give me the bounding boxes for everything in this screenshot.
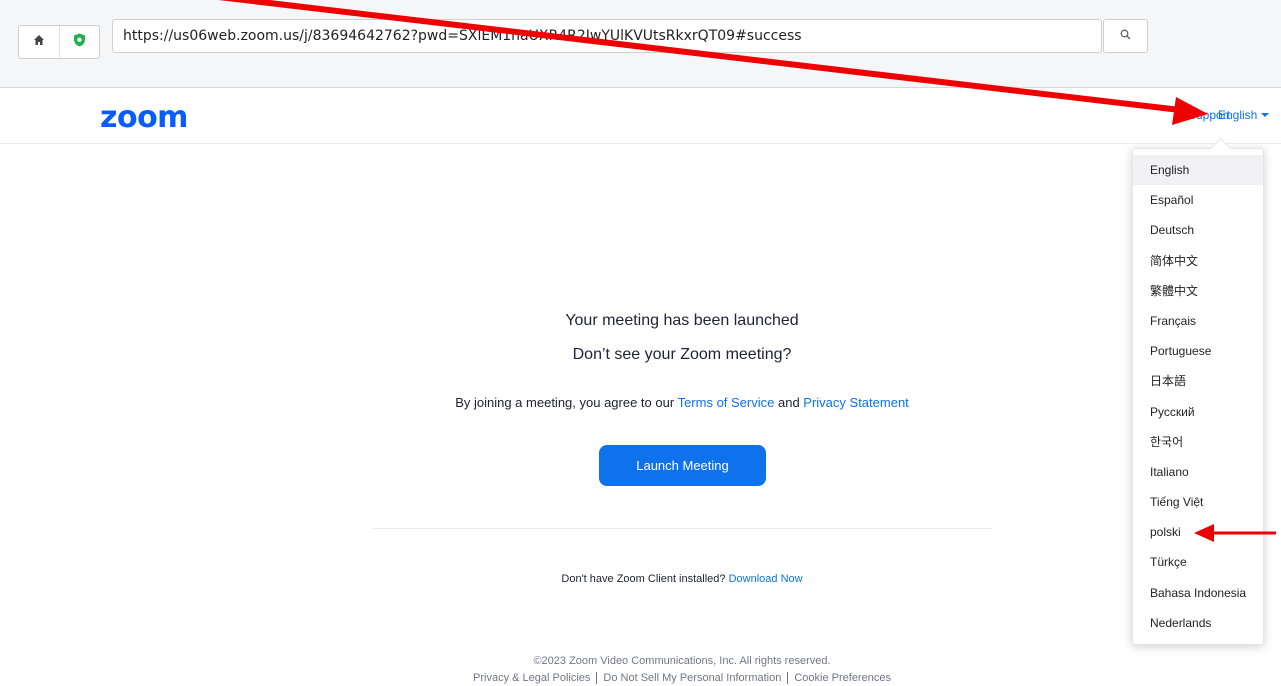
address-bar[interactable]: https://us06web.zoom.us/j/83694642762?pw… — [112, 19, 1102, 53]
download-prompt: Don't have Zoom Client installed? Downlo… — [372, 573, 992, 585]
terms-of-service-link[interactable]: Terms of Service — [678, 395, 775, 410]
do-not-sell-link[interactable]: Do Not Sell My Personal Information — [603, 672, 781, 684]
shield-icon — [73, 33, 86, 52]
caret-down-icon — [1261, 113, 1270, 117]
security-shield-button[interactable] — [58, 26, 100, 58]
language-option-italiano[interactable]: Italiano — [1133, 457, 1263, 487]
footer-separator — [787, 672, 789, 685]
terms-agreement: By joining a meeting, you agree to our T… — [372, 395, 992, 410]
zoom-logo[interactable]: zoom — [100, 100, 188, 135]
nav-button-group — [18, 25, 100, 59]
copyright-text: ©2023 Zoom Video Communications, Inc. Al… — [533, 655, 831, 667]
browser-toolbar: https://us06web.zoom.us/j/83694642762?pw… — [0, 0, 1281, 88]
language-option-turkce[interactable]: Türkçe — [1133, 547, 1263, 577]
no-client-text: Don't have Zoom Client installed? — [561, 573, 729, 585]
language-option-english[interactable]: English — [1133, 155, 1263, 186]
cookie-preferences-link[interactable]: Cookie Preferences — [794, 672, 891, 684]
home-icon — [33, 33, 45, 51]
language-option-francais[interactable]: Français — [1133, 306, 1263, 336]
search-icon — [1120, 27, 1131, 45]
language-selector[interactable]: English — [1218, 108, 1270, 122]
download-now-link[interactable]: Download Now — [729, 573, 803, 585]
content-divider — [372, 528, 992, 529]
language-option-espanol[interactable]: Español — [1133, 185, 1263, 215]
home-button[interactable] — [19, 26, 59, 58]
language-option-portuguese[interactable]: Portuguese — [1133, 336, 1263, 366]
footer-separator — [596, 672, 598, 685]
language-option-simplified-chinese[interactable]: 简体中文 — [1133, 246, 1263, 276]
meeting-launched-text: Your meeting has been launched — [565, 312, 799, 329]
site-header: zoom Support English — [0, 88, 1281, 144]
privacy-statement-link[interactable]: Privacy Statement — [803, 395, 909, 410]
language-option-polski[interactable]: polski — [1133, 517, 1263, 547]
language-option-traditional-chinese[interactable]: 繁體中文 — [1133, 276, 1263, 306]
agree-and: and — [774, 395, 804, 410]
language-option-bahasa-indonesia[interactable]: Bahasa Indonesia — [1133, 578, 1263, 608]
footer-links: Privacy & Legal Policies Do Not Sell My P… — [372, 672, 992, 685]
privacy-legal-link[interactable]: Privacy & Legal Policies — [473, 672, 590, 684]
launch-meeting-button[interactable]: Launch Meeting — [599, 445, 766, 486]
agree-prefix: By joining a meeting, you agree to our — [455, 395, 678, 410]
language-option-vietnamese[interactable]: Tiếng Việt — [1133, 487, 1263, 517]
language-option-deutsch[interactable]: Deutsch — [1133, 215, 1263, 245]
language-dropdown: English Español Deutsch 简体中文 繁體中文 França… — [1132, 148, 1264, 645]
language-selector-label: English — [1218, 108, 1258, 122]
language-option-nederlands[interactable]: Nederlands — [1133, 608, 1263, 638]
search-button[interactable] — [1103, 19, 1148, 53]
language-option-japanese[interactable]: 日本語 — [1133, 366, 1263, 396]
dont-see-meeting-text: Don’t see your Zoom meeting? — [572, 346, 792, 363]
language-option-korean[interactable]: 한국어 — [1133, 427, 1263, 457]
language-option-russian[interactable]: Русский — [1133, 397, 1263, 427]
